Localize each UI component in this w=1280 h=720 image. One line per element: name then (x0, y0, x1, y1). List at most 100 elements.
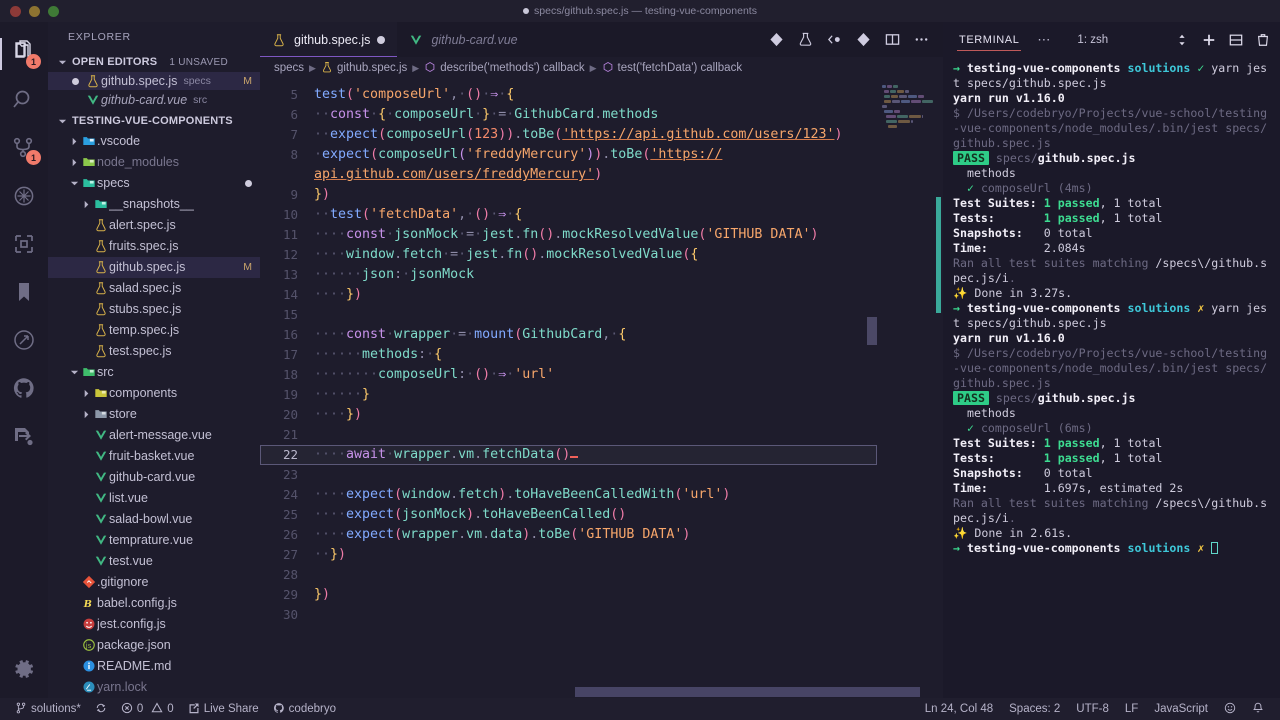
tab-dirty-icon[interactable] (377, 35, 386, 44)
code-line[interactable]: 23 (260, 465, 877, 485)
project-section-header[interactable]: TESTING-VUE-COMPONENTS (48, 112, 260, 131)
code-line[interactable]: 16 ····const·wrapper·=·mount(GithubCard,·… (260, 325, 877, 345)
tree-folder-node_modules[interactable]: node_modules (48, 152, 260, 173)
code-line[interactable]: 30 (260, 605, 877, 625)
tree-file-stubs.spec.js[interactable]: stubs.spec.js (48, 299, 260, 320)
tab-github-spec-js[interactable]: github.spec.js (260, 22, 398, 57)
code-line[interactable]: 7 ··expect(composeUrl(123)).toBe('https:/… (260, 125, 877, 145)
minimap-slider[interactable] (936, 197, 941, 313)
status-live-share[interactable]: Live Share (181, 698, 266, 720)
code-line[interactable]: 24 ····expect(window.fetch).toHaveBeenCal… (260, 485, 877, 505)
editor-horizontal-scrollbar[interactable] (260, 686, 943, 698)
code-line[interactable]: 28 (260, 565, 877, 585)
status-encoding[interactable]: UTF-8 (1068, 698, 1117, 720)
tree-file-jest.config.js[interactable]: jest.config.js (48, 614, 260, 635)
activity-gitlens[interactable] (0, 318, 48, 366)
activity-run-and-debug[interactable] (0, 174, 48, 222)
tree-file-salad.spec.js[interactable]: salad.spec.js (48, 278, 260, 299)
code-line[interactable]: 14 ····}) (260, 285, 877, 305)
activity-bookmarks[interactable] (0, 270, 48, 318)
tree-file-alert-message.vue[interactable]: alert-message.vue (48, 425, 260, 446)
code-line[interactable]: 21 (260, 425, 877, 445)
tree-file-alert.spec.js[interactable]: alert.spec.js (48, 215, 260, 236)
status-language-mode[interactable]: JavaScript (1146, 698, 1216, 720)
open-editor-github-spec[interactable]: github.spec.js specs M (48, 71, 260, 91)
shell-dropdown-icon[interactable] (1175, 33, 1189, 47)
terminal-output[interactable]: → testing-vue-components solutions ✓ yar… (943, 57, 1280, 698)
open-editor-github-card[interactable]: github-card.vue src (48, 90, 260, 108)
activity-live-share[interactable] (0, 414, 48, 462)
source-control-compare-icon[interactable] (856, 32, 871, 47)
code-line[interactable]: 6 ··const·{·composeUrl·}·=·GithubCard.met… (260, 105, 877, 125)
code-line[interactable]: 29}) (260, 585, 877, 605)
code-line[interactable]: 11 ····const·jsonMock·=·jest.fn().mockRes… (260, 225, 877, 245)
editor-vertical-scrollbar[interactable] (867, 79, 877, 686)
code-line[interactable]: 27 ··}) (260, 545, 877, 565)
activity-search[interactable] (0, 78, 48, 126)
code-line[interactable]: 5 test('composeUrl',·()·⇒·{ (260, 85, 877, 105)
tree-file-fruits.spec.js[interactable]: fruits.spec.js (48, 236, 260, 257)
code-line[interactable]: 17 ······methods:·{ (260, 345, 877, 365)
tree-file-github.spec.js[interactable]: github.spec.js M (48, 256, 260, 278)
tree-file-list.vue[interactable]: list.vue (48, 488, 260, 509)
code-line[interactable]: 15 (260, 305, 877, 325)
tree-folder-store[interactable]: store (48, 404, 260, 425)
code-line-wrap[interactable]: api.github.com/users/freddyMercury') (260, 165, 877, 185)
tree-file-babel.config.js[interactable]: Bbabel.config.js (48, 593, 260, 614)
activity-explorer[interactable]: 1 (0, 30, 48, 78)
split-terminal-icon[interactable] (1229, 33, 1243, 47)
activity-extensions[interactable] (0, 222, 48, 270)
tree-file-temprature.vue[interactable]: temprature.vue (48, 530, 260, 551)
source-code[interactable]: 5 test('composeUrl',·()·⇒·{6 ··const·{·com… (260, 79, 877, 625)
breadcrumb-item-describe[interactable]: describe('methods') callback (424, 61, 585, 76)
tree-folder-__snapshots__[interactable]: __snapshots__ (48, 194, 260, 215)
tree-file-temp.spec.js[interactable]: temp.spec.js (48, 320, 260, 341)
tree-folder-src[interactable]: src (48, 362, 260, 383)
tree-folder-components[interactable]: components (48, 383, 260, 404)
tree-file-package.json[interactable]: js package.json (48, 635, 260, 656)
tab-terminal[interactable]: TERMINAL (957, 22, 1022, 57)
open-editors-section-header[interactable]: OPEN EDITORS 1 UNSAVED (48, 53, 260, 72)
tree-file-README.md[interactable]: README.md (48, 656, 260, 677)
tree-file-github-card.vue[interactable]: github-card.vue (48, 467, 260, 488)
scrollbar-thumb[interactable] (575, 687, 920, 697)
code-line[interactable]: 20 ····}) (260, 405, 877, 425)
tab-github-card-vue[interactable]: github-card.vue (397, 22, 530, 57)
code-line[interactable]: 12 ····window.fetch·=·jest.fn().mockResol… (260, 245, 877, 265)
scrollbar-thumb[interactable] (867, 317, 877, 345)
code-line[interactable]: 18 ········composeUrl:·()·⇒·'url' (260, 365, 877, 385)
code-line[interactable]: 9}) (260, 185, 877, 205)
activity-manage[interactable] (0, 650, 48, 698)
tree-file-yarn.lock[interactable]: yarn.lock (48, 677, 260, 698)
tree-file-test.spec.js[interactable]: test.spec.js (48, 341, 260, 362)
kill-terminal-icon[interactable] (1256, 33, 1270, 47)
run-tests-icon[interactable] (798, 32, 813, 47)
tree-file-salad-bowl.vue[interactable]: salad-bowl.vue (48, 509, 260, 530)
split-editor-icon[interactable] (885, 32, 900, 47)
code-line[interactable]: 8 ·expect(composeUrl('freddyMercury')).to… (260, 145, 877, 165)
tree-folder-.vscode[interactable]: .vscode (48, 131, 260, 152)
more-actions-icon[interactable] (914, 32, 929, 47)
tree-file-test.vue[interactable]: test.vue (48, 551, 260, 572)
tree-file-.gitignore[interactable]: .gitignore (48, 572, 260, 593)
minimap[interactable] (877, 79, 943, 686)
status-indentation[interactable]: Spaces: 2 (1001, 698, 1068, 720)
activity-source-control[interactable]: 1 (0, 126, 48, 174)
status-account[interactable]: codebryo (266, 698, 343, 720)
status-feedback[interactable] (1216, 698, 1244, 720)
tree-file-fruit-basket.vue[interactable]: fruit-basket.vue (48, 446, 260, 467)
tree-folder-specs[interactable]: specs (48, 173, 260, 194)
status-branch[interactable]: solutions* (8, 698, 88, 720)
breadcrumb-item-test[interactable]: test('fetchData') callback (602, 61, 742, 76)
toggle-watch-icon[interactable] (827, 32, 842, 47)
split-editor-down-icon[interactable] (769, 32, 784, 47)
code-line[interactable]: 26 ····expect(wrapper.vm.data).toBe('GITH… (260, 525, 877, 545)
breadcrumb-item-file[interactable]: github.spec.js (321, 61, 407, 76)
status-cursor-position[interactable]: Ln 24, Col 48 (917, 698, 1001, 720)
code-line[interactable]: 13 ······json:·jsonMock (260, 265, 877, 285)
status-sync[interactable] (88, 698, 114, 720)
code-viewport[interactable]: 5 test('composeUrl',·()·⇒·{6 ··const·{·com… (260, 79, 877, 686)
status-eol[interactable]: LF (1117, 698, 1146, 720)
code-line[interactable]: 19 ······} (260, 385, 877, 405)
code-line[interactable]: 22 ····await·wrapper.vm.fetchData() (260, 445, 877, 465)
